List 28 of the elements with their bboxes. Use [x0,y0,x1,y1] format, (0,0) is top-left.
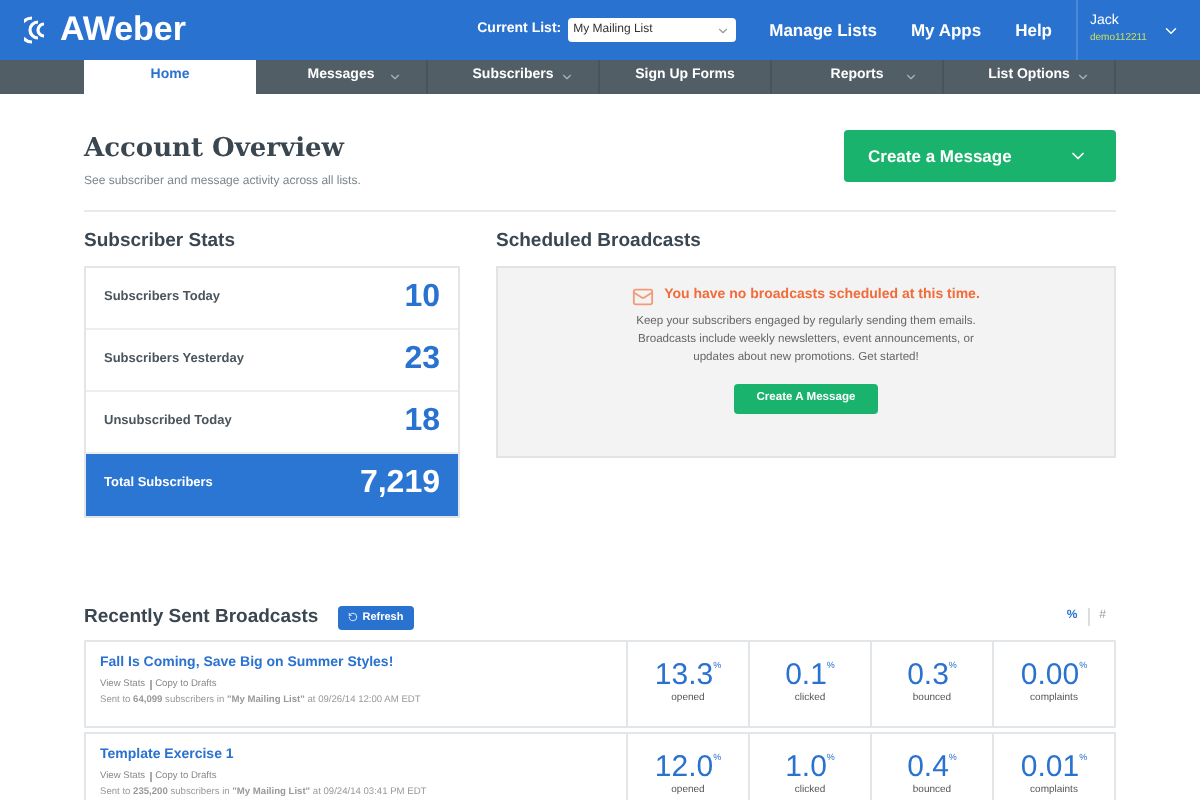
metric-value: 0.4 [907,752,949,785]
section-title: Recently Sent Broadcasts [84,603,319,632]
header-link[interactable]: Manage Lists [769,17,877,43]
metric-value: 0.01 [1020,752,1080,785]
metric-value: 0.00 [1020,660,1080,693]
caret-icon [1076,70,1090,84]
metric-value: 12.0 [654,752,714,785]
caret-icon [904,70,918,84]
header-link[interactable]: My Apps [910,17,982,43]
metric-value: 13.3 [654,660,714,693]
stat-value: 23 [404,339,440,380]
metric-value: 0.1 [785,660,827,693]
header-link[interactable]: Help [1015,17,1052,43]
stat-value: 10 [404,277,440,318]
stat-value: 7,219 [359,464,440,505]
section-title: Scheduled Broadcasts [496,227,703,255]
section-title: Subscriber Stats [84,227,237,255]
caret-icon [388,70,402,84]
caret-icon [715,23,730,37]
refresh-icon [348,612,359,623]
logo-text[interactable]: AWeber [60,4,186,56]
mail-icon [632,285,655,308]
metric-value: 1.0 [785,752,827,785]
page-title: Account Overview [84,132,347,168]
caret-icon [560,70,574,84]
stat-value: 18 [404,401,440,442]
metric-value: 0.3 [907,660,949,693]
create-message-button[interactable]: Create a Message [844,130,1116,182]
